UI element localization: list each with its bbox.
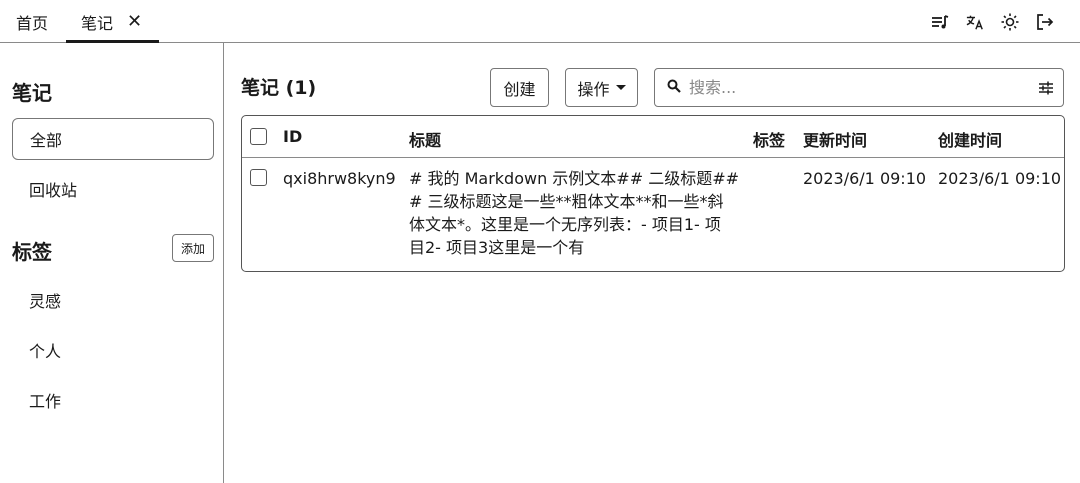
tab-home[interactable]: 首页 xyxy=(16,0,48,43)
table-header: ID 标题 标签 更新时间 创建时间 xyxy=(242,116,1064,158)
cell-id: qxi8hrw8kyn9 xyxy=(283,169,396,188)
cell-title-line: # 我的 Markdown 示例文本## 二级标题## xyxy=(409,169,740,188)
cell-title-line: # 三级标题这是一些**粗体文本**和一些*斜 xyxy=(409,192,724,211)
logout-icon[interactable] xyxy=(1036,13,1054,31)
search-box xyxy=(654,68,1064,107)
sidebar-tag-label: 灵感 xyxy=(29,292,62,311)
add-tag-button[interactable]: 添加 xyxy=(172,234,214,262)
sidebar-tag-label: 工作 xyxy=(29,392,62,411)
sidebar-tag-work[interactable]: 工作 xyxy=(12,379,214,421)
sun-icon[interactable] xyxy=(1001,13,1019,31)
operations-dropdown-button[interactable]: 操作 xyxy=(565,68,638,107)
header-title: 标题 xyxy=(409,131,442,150)
sidebar-tag-personal[interactable]: 个人 xyxy=(12,329,214,371)
page-title: 笔记 (1) xyxy=(241,77,317,99)
translate-icon[interactable] xyxy=(966,13,984,31)
header-id: ID xyxy=(283,127,303,146)
create-button[interactable]: 创建 xyxy=(490,68,549,107)
sidebar-tags-heading: 标签 xyxy=(12,240,52,264)
tab-notes-label: 笔记 xyxy=(81,13,114,33)
list-music-icon[interactable] xyxy=(931,13,949,31)
cell-created: 2023/6/1 09:10 xyxy=(938,169,1062,188)
tab-home-label: 首页 xyxy=(16,13,49,33)
tab-notes[interactable]: 笔记 ✕ xyxy=(66,0,159,43)
header-created: 创建时间 xyxy=(938,131,1003,150)
top-bar: 首页 笔记 ✕ xyxy=(0,0,1080,43)
create-button-label: 创建 xyxy=(503,79,536,99)
sidebar-tag-inspiration[interactable]: 灵感 xyxy=(12,279,214,321)
sidebar-tag-label: 个人 xyxy=(29,342,62,361)
filter-settings-icon[interactable] xyxy=(1038,80,1054,100)
header-tags: 标签 xyxy=(753,131,786,150)
notes-table: ID 标题 标签 更新时间 创建时间 qxi8hrw8kyn9 # 我的 Mar… xyxy=(241,115,1065,272)
operations-button-label: 操作 xyxy=(577,79,610,99)
header-updated: 更新时间 xyxy=(803,131,868,150)
cell-title: # 我的 Markdown 示例文本## 二级标题## # 三级标题这是一些**… xyxy=(409,167,739,259)
close-icon[interactable]: ✕ xyxy=(127,12,142,31)
cell-title-line: 体文本*。这里是一个无序列表：- 项目1- 项 xyxy=(409,215,721,234)
sidebar-item-label: 全部 xyxy=(30,131,63,150)
top-toolbar xyxy=(931,0,1054,43)
search-icon xyxy=(667,78,681,97)
cell-updated: 2023/6/1 09:10 xyxy=(803,169,927,188)
chevron-down-icon xyxy=(615,85,626,90)
sidebar-notes-heading: 笔记 xyxy=(12,81,52,105)
row-checkbox[interactable] xyxy=(250,169,267,186)
sidebar-item-all[interactable]: 全部 xyxy=(12,118,214,160)
select-all-checkbox[interactable] xyxy=(250,128,267,145)
sidebar: 笔记 全部 回收站 标签 添加 灵感 个人 工作 xyxy=(0,43,224,483)
cell-title-line: 目2- 项目3这里是一个有 xyxy=(409,238,585,257)
sidebar-item-label: 回收站 xyxy=(29,181,78,200)
sidebar-item-trash[interactable]: 回收站 xyxy=(12,168,214,210)
search-input[interactable] xyxy=(689,78,1019,97)
